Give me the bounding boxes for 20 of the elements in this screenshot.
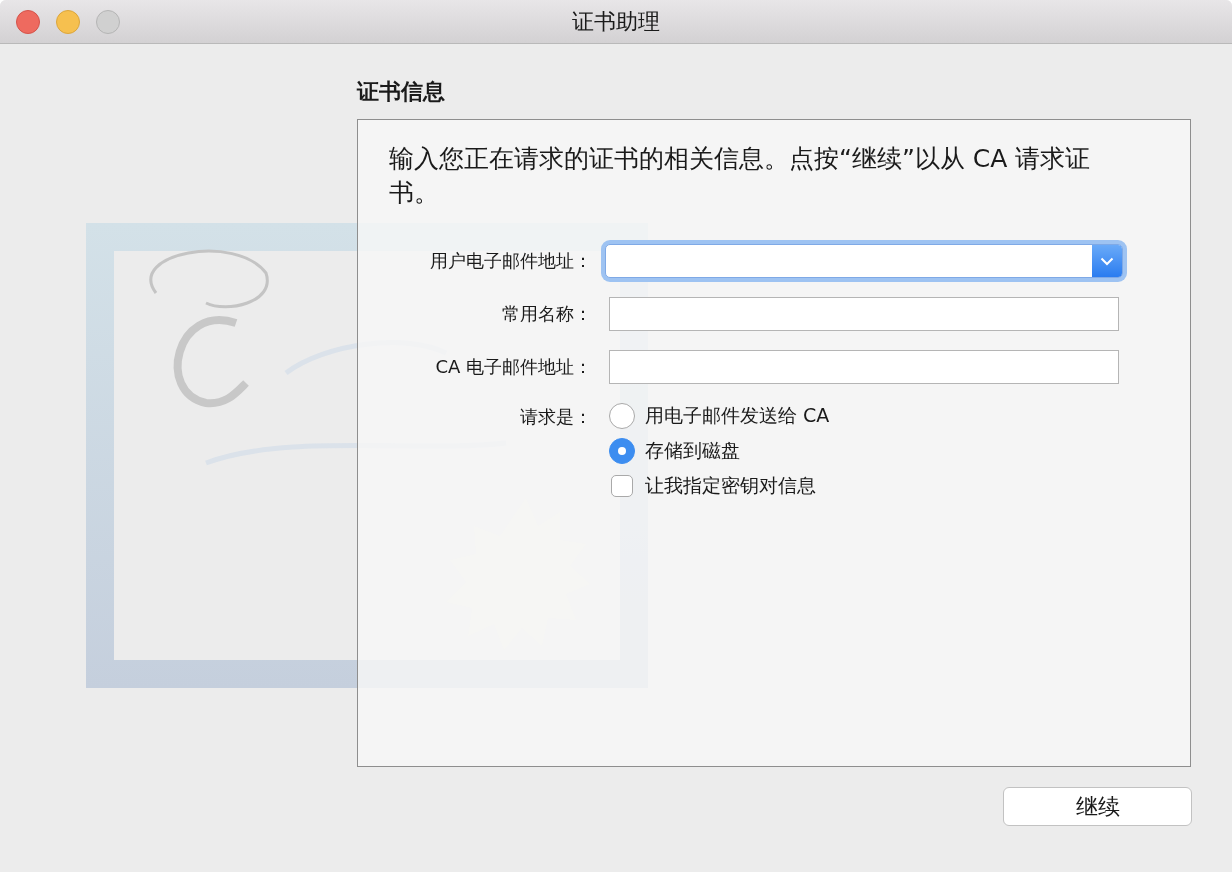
minimize-button[interactable] [56,9,80,34]
continue-button[interactable]: 继续 [1003,787,1192,826]
radio-option[interactable]: 用电子邮件发送给 CA [609,403,830,429]
radio-button[interactable] [609,403,635,429]
field-label: CA 电子邮件地址： [435,355,592,379]
close-button[interactable] [16,9,40,34]
checkbox-option[interactable]: 让我指定密钥对信息 [609,473,816,499]
text-input-field[interactable] [609,297,1119,331]
radio-option[interactable]: 存储到磁盘 [609,438,740,464]
field-label: 常用名称： [502,302,592,326]
radio-button[interactable] [609,438,635,464]
field-label: 用户电子邮件地址： [430,249,592,273]
field-label: 请求是： [520,405,592,429]
checkbox[interactable] [611,475,633,497]
zoom-button[interactable] [96,9,120,34]
description-text: 输入您正在请求的证书的相关信息。点按“继续”以从 CA 请求证书。 [389,143,1092,209]
chevron-down-icon [1100,256,1114,266]
text-input-field[interactable] [609,350,1119,384]
window-title: 证书助理 [572,7,660,36]
section-title: 证书信息 [357,78,445,106]
